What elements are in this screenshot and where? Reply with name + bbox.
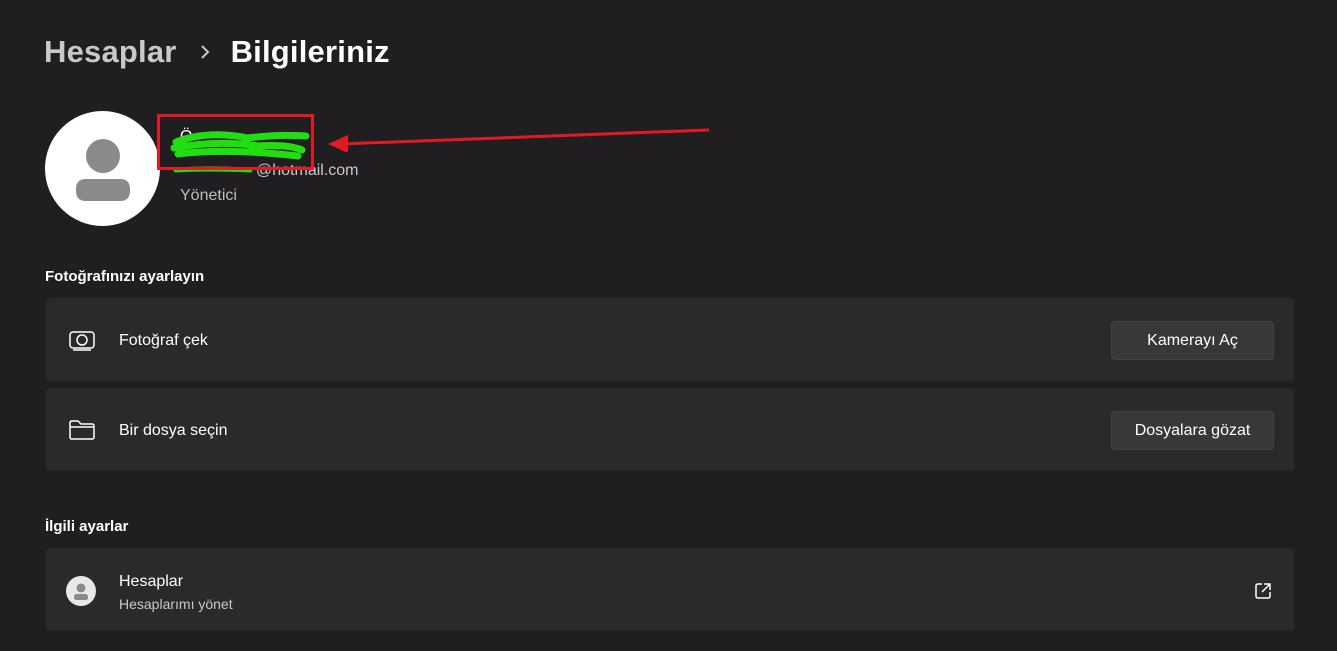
accounts-label: Hesaplar bbox=[119, 573, 184, 590]
annotation-arrow bbox=[328, 128, 710, 152]
browse-files-button[interactable]: Dosyalara gözat bbox=[1111, 411, 1274, 450]
page-title: Bilgileriniz bbox=[230, 34, 390, 69]
user-role: Yönetici bbox=[180, 187, 237, 204]
avatar bbox=[45, 111, 160, 226]
annotation-box bbox=[157, 114, 314, 170]
accounts-sublabel: Hesaplarımı yönet bbox=[119, 596, 233, 612]
camera-icon bbox=[69, 331, 95, 351]
choose-file-label: Bir dosya seçin bbox=[119, 422, 228, 439]
accounts-link-card[interactable]: Hesaplar Hesaplarımı yönet bbox=[46, 548, 1294, 631]
account-icon bbox=[66, 576, 96, 606]
folder-icon bbox=[69, 420, 95, 440]
user-silhouette-icon bbox=[76, 139, 130, 201]
take-photo-card: Fotoğraf çek Kamerayı Aç bbox=[46, 298, 1294, 381]
chevron-right-icon bbox=[199, 45, 211, 59]
section-title-photo: Fotoğrafınızı ayarlayın bbox=[45, 268, 205, 285]
section-title-related: İlgili ayarlar bbox=[45, 518, 129, 535]
breadcrumb: Hesaplar Bilgileriniz bbox=[44, 30, 390, 74]
external-link-icon[interactable] bbox=[1254, 582, 1272, 600]
choose-file-card: Bir dosya seçin Dosyalara gözat bbox=[46, 388, 1294, 471]
open-camera-button[interactable]: Kamerayı Aç bbox=[1111, 321, 1274, 360]
settings-page: Hesaplar Bilgileriniz Ö @hotmail.com Yön… bbox=[0, 0, 1337, 651]
breadcrumb-parent-link[interactable]: Hesaplar bbox=[44, 34, 177, 70]
take-photo-label: Fotoğraf çek bbox=[119, 332, 208, 349]
